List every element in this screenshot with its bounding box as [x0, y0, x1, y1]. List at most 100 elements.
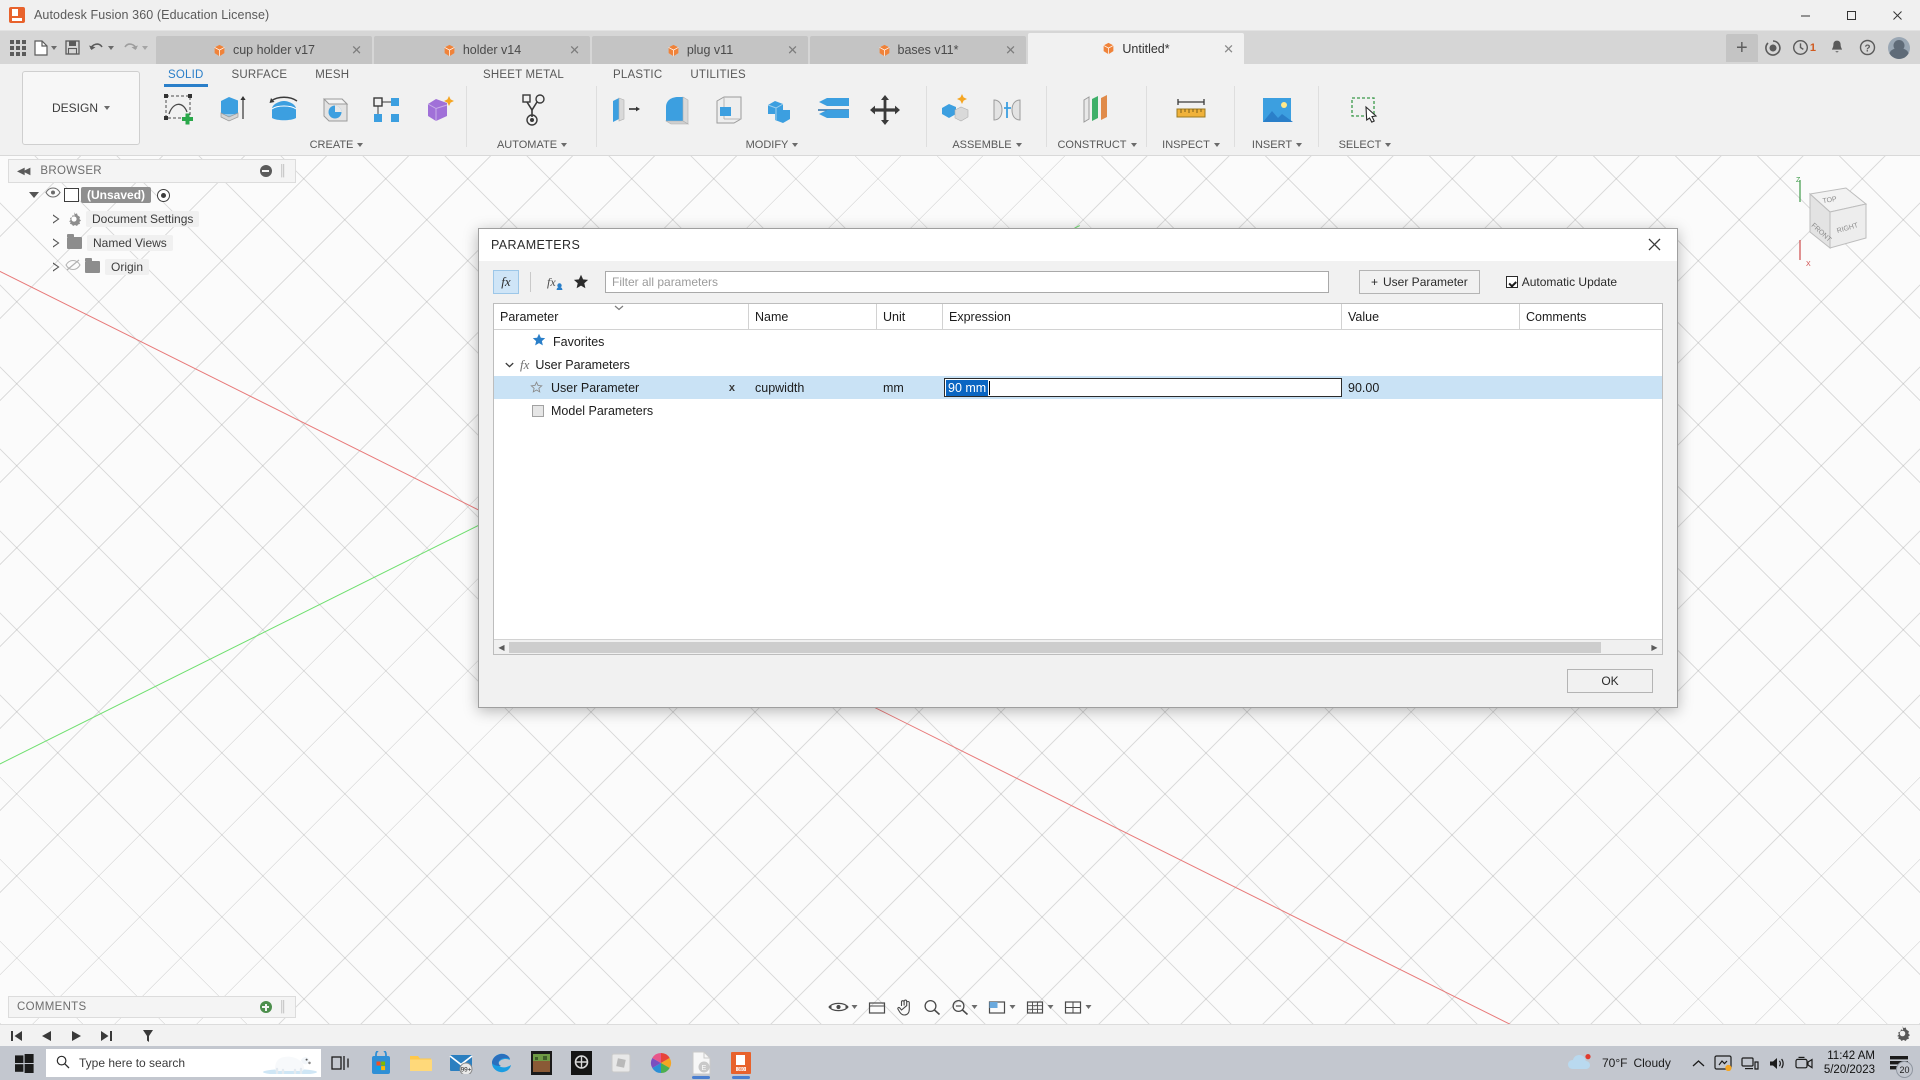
add-user-parameter-button[interactable]: + User Parameter — [1359, 270, 1480, 294]
expand-twisty-icon[interactable] — [26, 192, 42, 198]
tab-sheet-metal[interactable]: SHEET METAL — [469, 64, 578, 86]
offset-plane-button[interactable] — [1071, 88, 1123, 130]
browser-item-document-settings[interactable]: Document Settings — [8, 207, 296, 231]
expression-input[interactable]: 90 mm — [944, 378, 1342, 397]
column-header-comments[interactable]: Comments — [1520, 304, 1660, 329]
redo-icon[interactable] — [118, 35, 152, 61]
expand-twisty-icon[interactable] — [501, 362, 517, 368]
dark-app-icon[interactable] — [561, 1046, 601, 1080]
column-header-value[interactable]: Value — [1342, 304, 1520, 329]
tab-surface[interactable]: SURFACE — [218, 64, 302, 86]
app-grid-icon[interactable] — [6, 35, 30, 61]
dialog-title-bar[interactable]: PARAMETERS — [479, 229, 1677, 261]
close-icon[interactable]: ✕ — [787, 44, 798, 57]
close-icon[interactable]: ✕ — [569, 44, 580, 57]
ok-button[interactable]: OK — [1567, 669, 1653, 693]
table-row[interactable]: User Parameter x cupwidth mm 90 mm 90.00 — [494, 376, 1662, 399]
task-view-icon[interactable] — [321, 1046, 361, 1080]
new-component-button[interactable] — [929, 88, 981, 130]
display-settings-icon[interactable] — [986, 996, 1019, 1018]
chevron-down-icon[interactable] — [1048, 1005, 1054, 1009]
column-header-expression[interactable]: Expression — [943, 304, 1342, 329]
weather-temp[interactable]: 70°F — [1602, 1056, 1627, 1070]
extrude-button[interactable] — [206, 88, 258, 130]
browser-header[interactable]: ◀◀ BROWSER ║ — [8, 159, 296, 183]
cell-expression[interactable]: 90 mm — [943, 378, 1342, 397]
expand-twisty-icon[interactable] — [48, 214, 64, 224]
save-icon[interactable] — [61, 35, 84, 61]
cell-parameter[interactable]: User Parameter x — [494, 381, 749, 395]
revolve-button[interactable] — [258, 88, 310, 130]
network-icon[interactable] — [1741, 1056, 1759, 1071]
maximize-button[interactable] — [1828, 0, 1874, 31]
meet-now-icon[interactable] — [1795, 1056, 1813, 1071]
workspace-switcher[interactable]: DESIGN — [22, 71, 140, 145]
fx-toggle-icon[interactable]: fx — [493, 270, 519, 294]
new-tab-button[interactable]: + — [1726, 34, 1758, 62]
favorite-star-outline-icon[interactable] — [530, 381, 543, 394]
joint-button[interactable] — [981, 88, 1033, 130]
clock[interactable]: 11:42 AM 5/20/2023 — [1824, 1049, 1875, 1077]
zoom-window-icon[interactable] — [949, 996, 981, 1018]
zoom-icon[interactable] — [921, 996, 944, 1018]
filter-icon[interactable] — [138, 1027, 158, 1045]
tab-mesh[interactable]: MESH — [301, 64, 363, 86]
chevron-down-icon[interactable] — [1086, 1005, 1092, 1009]
shell-button[interactable] — [703, 88, 755, 130]
minecraft-icon[interactable] — [521, 1046, 561, 1080]
delete-parameter-icon[interactable]: x — [729, 382, 735, 394]
scroll-right-icon[interactable]: ▶ — [1647, 640, 1662, 654]
group-label-select[interactable]: SELECT — [1321, 135, 1409, 155]
document-tab-bases[interactable]: bases v11* ✕ — [810, 36, 1026, 64]
measure-button[interactable] — [1165, 88, 1217, 130]
checkbox-icon[interactable] — [1506, 276, 1518, 288]
step-back-icon[interactable] — [36, 1027, 56, 1045]
horizontal-scrollbar[interactable]: ◀ ▶ — [494, 639, 1662, 654]
new-user-parameter-icon[interactable]: fx — [542, 270, 568, 294]
document-tab-holder[interactable]: holder v14 ✕ — [374, 36, 590, 64]
recent-activity-icon[interactable]: 1 — [1788, 31, 1822, 64]
add-comment-icon[interactable] — [260, 1001, 272, 1013]
table-row-user-parameters[interactable]: fx User Parameters — [494, 353, 1662, 376]
close-icon[interactable]: ✕ — [1223, 42, 1234, 55]
activate-component-radio[interactable] — [157, 189, 170, 202]
sweep-button[interactable] — [309, 88, 361, 130]
visibility-eye-icon[interactable] — [45, 187, 61, 203]
volume-icon[interactable] — [1768, 1056, 1786, 1071]
browser-item-unsaved[interactable]: (Unsaved) — [8, 183, 296, 207]
tab-solid[interactable]: SOLID — [154, 64, 218, 86]
microsoft-store-icon[interactable] — [361, 1046, 401, 1080]
fillet-button[interactable] — [651, 88, 703, 130]
mail-icon[interactable]: 99+ — [441, 1046, 481, 1080]
resize-handle[interactable]: ║ — [279, 1001, 287, 1013]
comments-panel[interactable]: COMMENTS ║ — [8, 996, 296, 1018]
go-to-end-icon[interactable] — [96, 1027, 116, 1045]
tab-plastic[interactable]: PLASTIC — [599, 64, 676, 86]
group-label-automate[interactable]: AUTOMATE — [469, 135, 595, 155]
onenote-icon[interactable]: E — [681, 1046, 721, 1080]
photos-icon[interactable] — [641, 1046, 681, 1080]
select-button[interactable] — [1339, 88, 1391, 130]
bell-icon[interactable] — [1822, 31, 1852, 64]
go-to-beginning-icon[interactable] — [6, 1027, 26, 1045]
help-icon[interactable]: ? — [1852, 31, 1882, 64]
close-icon[interactable] — [1643, 234, 1665, 256]
play-icon[interactable] — [66, 1027, 86, 1045]
search-input[interactable]: Type here to search — [46, 1049, 321, 1077]
group-label-modify[interactable]: MODIFY — [599, 135, 925, 155]
gear-icon[interactable] — [1895, 1026, 1910, 1046]
parameter-filter-input[interactable] — [605, 271, 1329, 293]
chevron-down-icon[interactable] — [852, 1005, 858, 1009]
favorite-star-icon[interactable] — [568, 270, 594, 294]
create-sketch-button[interactable] — [154, 88, 206, 130]
table-row-model-parameters[interactable]: Model Parameters — [494, 399, 1662, 422]
group-label-construct[interactable]: CONSTRUCT — [1049, 135, 1145, 155]
cell-unit[interactable]: mm — [877, 381, 943, 395]
close-icon[interactable]: ✕ — [351, 44, 362, 57]
split-face-button[interactable] — [807, 88, 859, 130]
group-label-create[interactable]: CREATE — [154, 135, 465, 155]
user-avatar[interactable] — [1888, 37, 1910, 59]
viewports-icon[interactable] — [1062, 996, 1095, 1018]
cloud-icon[interactable] — [1567, 1053, 1593, 1073]
chevron-down-icon[interactable] — [972, 1005, 978, 1009]
